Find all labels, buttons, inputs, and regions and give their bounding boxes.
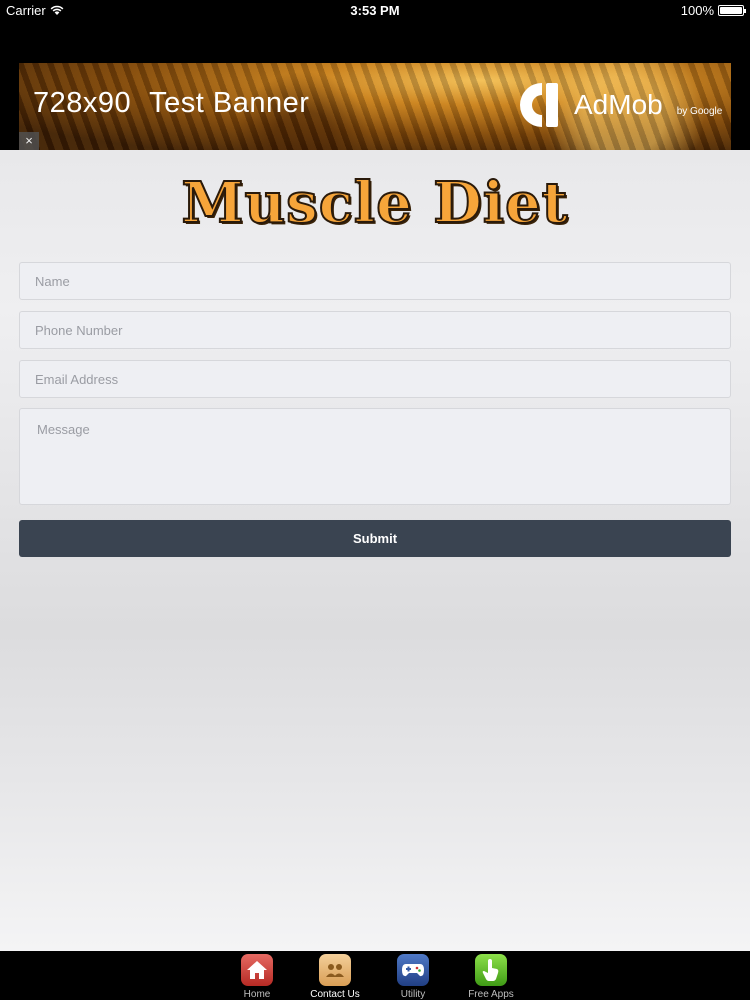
tab-contact-us-label: Contact Us (310, 989, 360, 1000)
tab-utility-label: Utility (400, 989, 426, 1000)
home-icon (241, 954, 273, 986)
contact-form-page: Muscle Diet Name Phone Number Email Addr… (0, 150, 750, 951)
name-field[interactable]: Name (19, 262, 731, 300)
battery-group: 100% (680, 3, 746, 18)
app-logo: Muscle Diet (0, 169, 750, 237)
tab-home[interactable]: Home (217, 954, 297, 1000)
ad-size-label: 728x90 (33, 87, 132, 119)
admob-logo: AdMob by Google (512, 79, 722, 131)
tab-home-label: Home (243, 989, 271, 1000)
gamepad-icon (397, 954, 429, 986)
app-logo-text: Muscle Diet (180, 169, 569, 237)
tab-bar: Home Contact Us Utility Free Apps (0, 951, 750, 1000)
battery-percent: 100% (680, 3, 714, 18)
ad-banner-text: 728x90 Test Banner (33, 87, 327, 120)
tab-free-apps[interactable]: Free Apps (451, 954, 531, 1000)
battery-icon (718, 5, 746, 16)
hand-pointer-icon (475, 954, 507, 986)
message-field[interactable]: Message (19, 408, 731, 505)
contacts-icon (319, 954, 351, 986)
message-placeholder: Message (37, 422, 90, 437)
submit-button[interactable]: Submit (19, 520, 731, 557)
email-placeholder: Email Address (35, 371, 119, 387)
phone-placeholder: Phone Number (35, 322, 123, 338)
status-time: 3:53 PM (350, 3, 400, 18)
phone-number-field[interactable]: Phone Number (19, 311, 731, 349)
top-spacer (0, 20, 750, 63)
tab-utility[interactable]: Utility (373, 954, 453, 1000)
tab-free-apps-label: Free Apps (468, 989, 514, 1000)
admob-icon (520, 83, 558, 127)
email-address-field[interactable]: Email Address (19, 360, 731, 398)
ad-test-label: Test Banner (149, 87, 310, 119)
status-bar: Carrier 3:53 PM 100% (0, 0, 750, 20)
ad-close-button[interactable]: × (19, 132, 39, 150)
name-placeholder: Name (35, 273, 70, 289)
tab-contact-us[interactable]: Contact Us (295, 954, 375, 1000)
admob-brand: AdMob (574, 89, 663, 120)
admob-by-google: by Google (676, 105, 723, 117)
ad-banner[interactable]: 728x90 Test Banner AdMob by Google (19, 63, 731, 150)
